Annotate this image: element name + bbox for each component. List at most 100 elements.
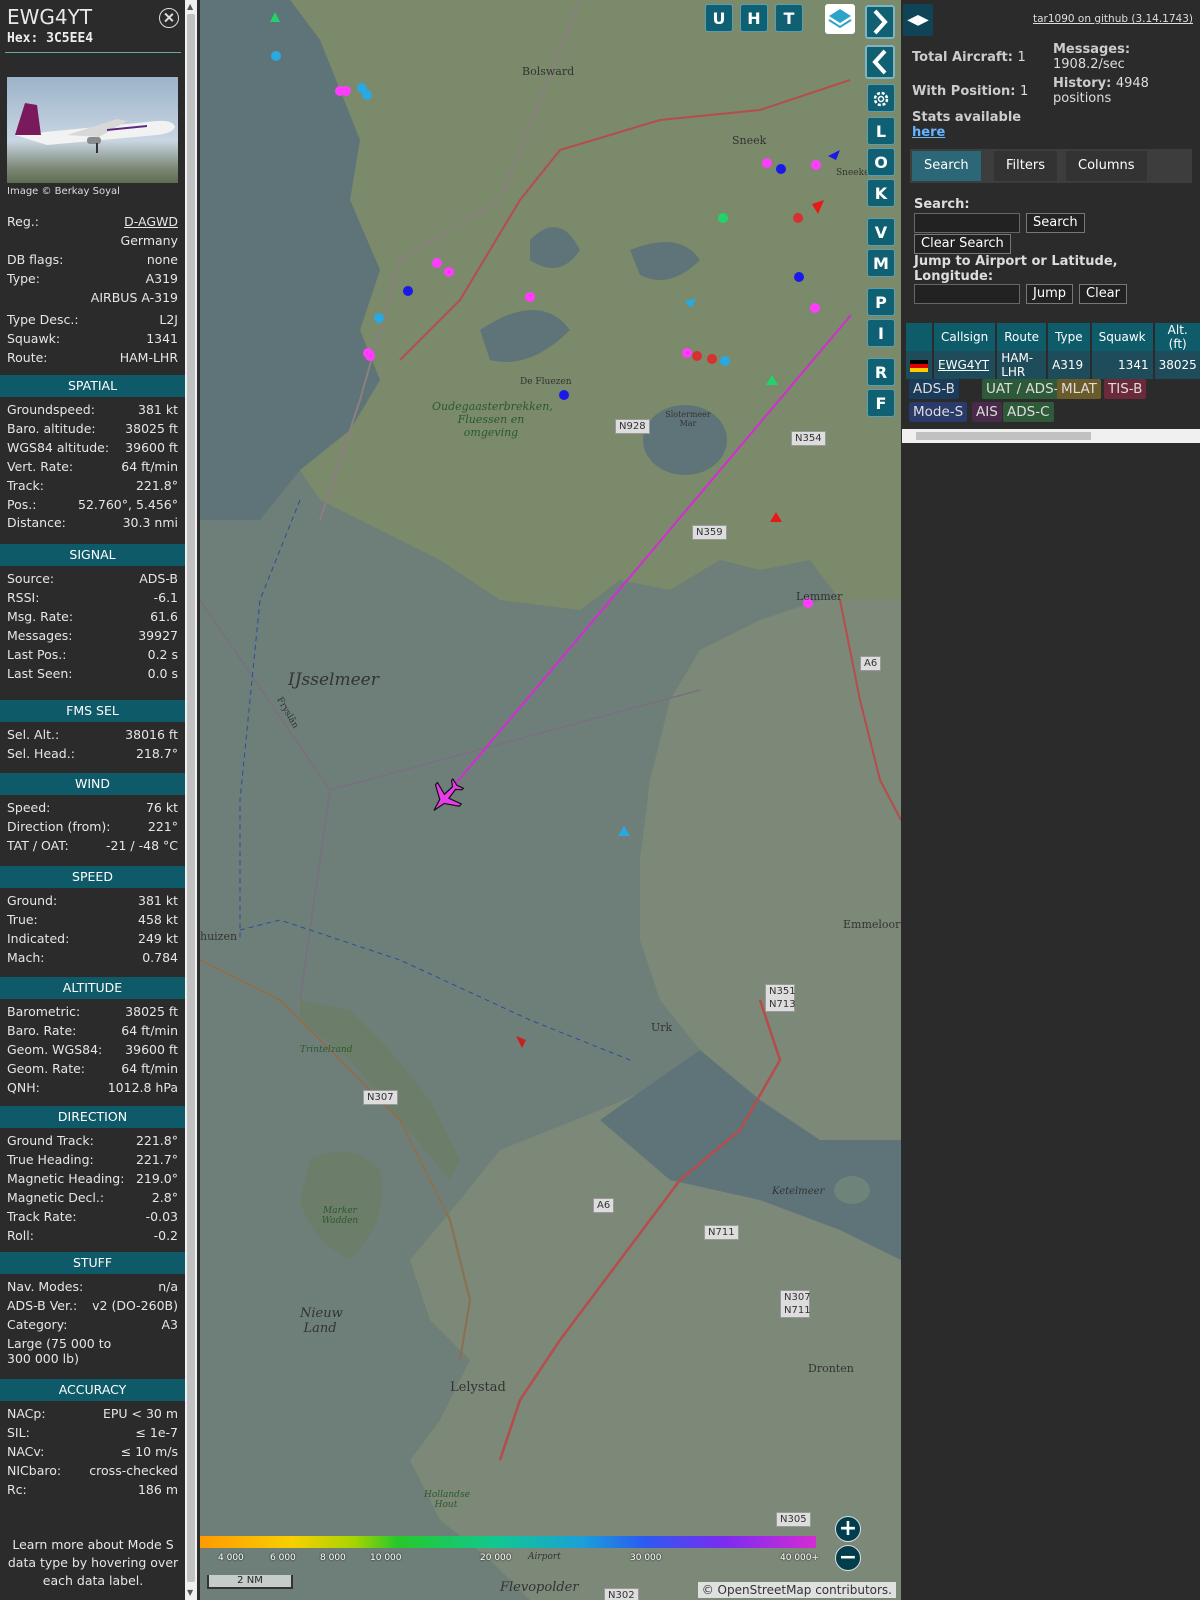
source-badge-tis-b[interactable]: TIS-B	[1104, 379, 1147, 399]
info-value[interactable]: D-AGWD	[124, 214, 178, 229]
place-label: Dronten	[808, 1362, 854, 1375]
gear-icon	[873, 91, 889, 107]
panel-tabs: Search Filters Columns	[910, 149, 1192, 183]
info-value: 64 ft/min	[121, 1022, 178, 1038]
zoom-in-button[interactable]: +	[835, 1516, 861, 1542]
info-label: Magnetic Decl.:	[7, 1189, 105, 1205]
toolbar-button-t[interactable]: T	[775, 4, 803, 32]
source-badge-ais[interactable]: AIS	[972, 402, 1002, 422]
jump-input[interactable]	[914, 284, 1020, 304]
info-row: Ground Track: 221.8°	[7, 1133, 178, 1151]
info-row: Reg.: D-AGWD	[7, 214, 178, 232]
section-header-signal: SIGNAL	[0, 544, 185, 566]
source-badge-mode-s[interactable]: Mode-S	[909, 402, 968, 422]
sidebar-scrollbar[interactable]: ▲ ▼	[185, 0, 197, 1600]
layers-button[interactable]	[825, 4, 855, 34]
close-panel-icon[interactable]	[159, 8, 179, 28]
info-row: Msg. Rate: 61.6	[7, 609, 178, 627]
source-badge-ads-b[interactable]: ADS-B	[909, 379, 959, 399]
toolbar-button-i[interactable]: I	[867, 319, 895, 347]
info-row: Geom. Rate: 64 ft/min	[7, 1061, 178, 1079]
info-label: Direction (from):	[7, 818, 111, 834]
route-cell: HAM-LHR	[996, 351, 1049, 379]
info-value: EPU < 30 m	[102, 1406, 178, 1421]
info-row: Route: HAM-LHR	[7, 350, 178, 368]
column-flag[interactable]	[906, 323, 934, 351]
road-shield: N711	[704, 1225, 739, 1240]
section-header-speed: SPEED	[0, 866, 185, 888]
column-altitude[interactable]: Alt. (ft)	[1153, 323, 1200, 351]
toolbar-button-l[interactable]: L	[867, 117, 895, 145]
scroll-up-icon[interactable]: ▲	[187, 2, 193, 11]
stats-link[interactable]: here	[912, 125, 945, 140]
info-row: Nav. Modes: n/a	[7, 1279, 178, 1297]
zoom-out-button[interactable]: −	[835, 1545, 861, 1571]
callsign-cell[interactable]: EWG4YT	[933, 351, 998, 379]
map-attribution[interactable]: © OpenStreetMap contributors.	[697, 1582, 896, 1598]
toolbar-button-r[interactable]: R	[867, 358, 895, 386]
selected-aircraft-icon	[433, 777, 465, 811]
source-badge-mlat[interactable]: MLAT	[1057, 379, 1101, 399]
clear-search-button[interactable]: Clear Search	[914, 234, 1011, 254]
toolbar-button-h[interactable]: H	[740, 4, 768, 32]
tab-columns[interactable]: Columns	[1066, 151, 1147, 181]
info-row: Sel. Head.: 218.7°	[7, 746, 178, 764]
next-button[interactable]	[865, 5, 895, 39]
toolbar-button-f[interactable]: F	[867, 389, 895, 417]
info-label: Last Seen:	[7, 665, 73, 681]
settings-button[interactable]	[867, 84, 895, 112]
info-row: Rc: 186 m	[7, 1482, 178, 1500]
table-header-row: Callsign Route Type Squawk Alt. (ft)	[906, 323, 1200, 351]
altitude-color-legend	[200, 1536, 816, 1548]
info-row: Ground: 381 kt	[7, 893, 178, 911]
clear-jump-button[interactable]: Clear	[1079, 284, 1127, 304]
info-label: Nav. Modes:	[7, 1279, 84, 1294]
toolbar-button-k[interactable]: K	[867, 179, 895, 207]
info-label: Barometric:	[7, 1004, 81, 1019]
altitude-tick-label: 30 000	[630, 1553, 662, 1563]
scrollbar-thumb[interactable]	[916, 432, 1091, 440]
messages-stat: Messages: 1908.2/sec	[1053, 42, 1131, 72]
info-label: ADS-B Ver.:	[7, 1297, 78, 1313]
search-button[interactable]: Search	[1026, 213, 1085, 233]
column-squawk[interactable]: Squawk	[1090, 323, 1155, 351]
prev-button[interactable]	[865, 45, 895, 79]
table-horizontal-scrollbar[interactable]	[902, 429, 1200, 443]
column-callsign[interactable]: Callsign	[933, 323, 998, 351]
info-value: ADS-B	[139, 571, 178, 586]
toolbar-button-p[interactable]: P	[867, 288, 895, 316]
search-input[interactable]	[914, 213, 1020, 233]
info-row: RSSI: -6.1	[7, 590, 178, 608]
info-row: Magnetic Decl.: 2.8°	[7, 1190, 178, 1208]
stats-text: Stats available	[912, 110, 1022, 125]
aircraft-photo[interactable]	[7, 77, 178, 183]
tab-search[interactable]: Search	[912, 151, 981, 181]
road-shield: N307	[363, 1090, 398, 1105]
info-value: ≤ 10 m/s	[120, 1443, 178, 1459]
info-value: 2.8°	[151, 1189, 178, 1205]
info-value: 221.8°	[135, 1133, 178, 1148]
tab-filters[interactable]: Filters	[994, 151, 1057, 181]
hex-value: 3C5EE4	[46, 31, 94, 46]
toolbar-button-m[interactable]: M	[867, 249, 895, 277]
info-label: True Heading:	[7, 1151, 94, 1167]
scrollbar-thumb[interactable]	[187, 14, 195, 1582]
info-row: Indicated: 249 kt	[7, 931, 178, 949]
column-route[interactable]: Route	[996, 323, 1049, 351]
info-row: True: 458 kt	[7, 912, 178, 930]
info-label: Roll:	[7, 1227, 34, 1243]
toggle-sidebar-button[interactable]: ◀▶	[903, 4, 933, 36]
toolbar-button-o[interactable]: O	[867, 148, 895, 176]
info-row: Direction (from): 221°	[7, 819, 178, 837]
toolbar-button-u[interactable]: U	[705, 4, 733, 32]
info-row: Barometric: 38025 ft	[7, 1004, 178, 1022]
info-row: NACp: EPU < 30 m	[7, 1406, 178, 1424]
column-type[interactable]: Type	[1047, 323, 1092, 351]
jump-button[interactable]: Jump	[1026, 284, 1073, 304]
source-badge-ads-c[interactable]: ADS-C	[1003, 402, 1054, 422]
map-view[interactable]: Bolsward Sneek IJsselmeer De Fluezen Oud…	[200, 0, 901, 1600]
scroll-down-icon[interactable]: ▼	[187, 1588, 193, 1597]
github-link[interactable]: tar1090 on github (3.14.1743)	[1033, 13, 1193, 25]
toolbar-button-v[interactable]: V	[867, 218, 895, 246]
table-row[interactable]: EWG4YT HAM-LHR A319 1341 38025	[906, 351, 1200, 379]
